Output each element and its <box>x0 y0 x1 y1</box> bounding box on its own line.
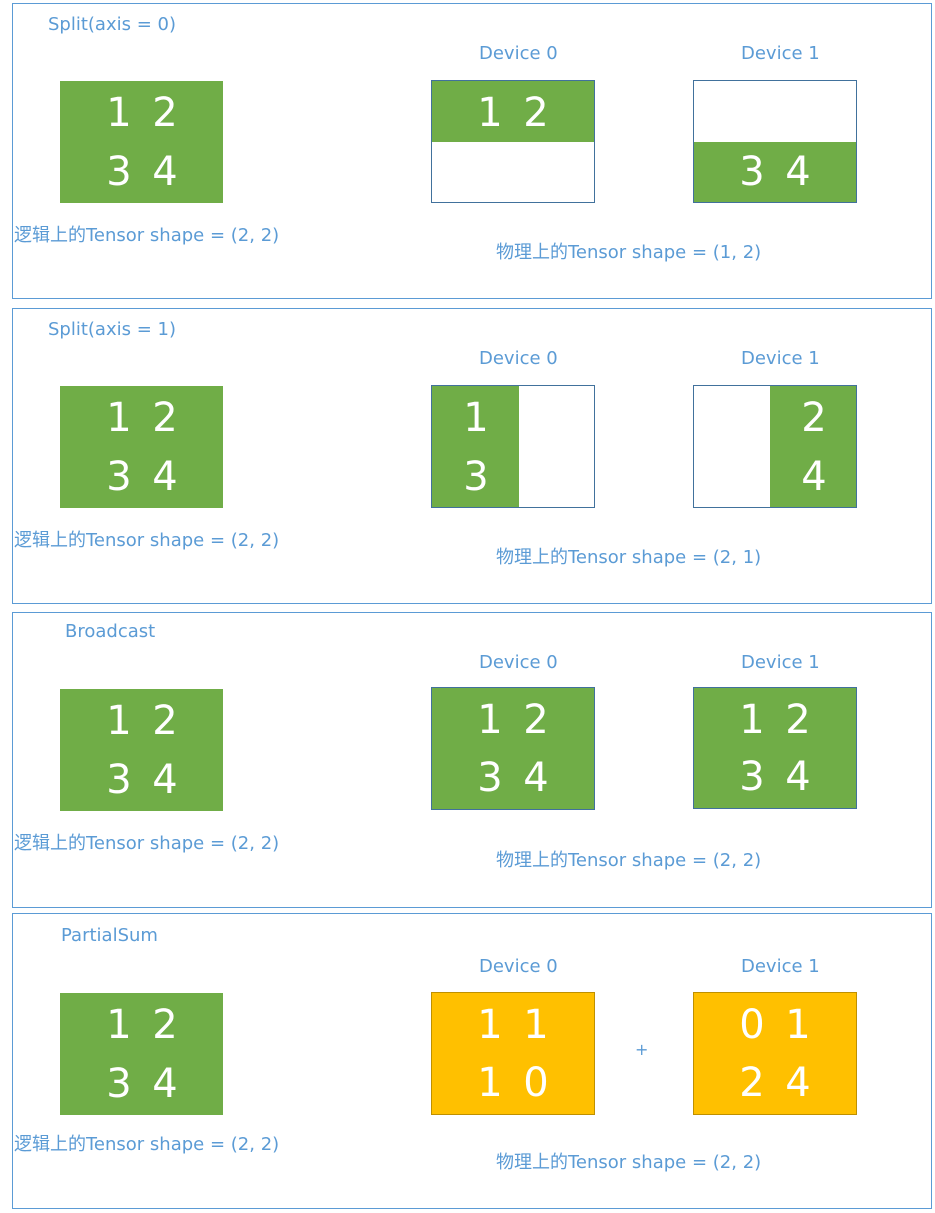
device0-tensor: 1 3 <box>431 385 595 508</box>
logical-tensor: 1 2 3 4 <box>60 993 223 1115</box>
device1-tensor: 1 2 3 4 <box>693 687 857 809</box>
cell-value: 2 <box>152 395 178 441</box>
panel-title: Split(axis = 0) <box>48 14 176 35</box>
shard-fill <box>432 81 594 142</box>
logical-shape-label: 逻辑上的Tensor shape = (2, 2) <box>14 833 280 854</box>
physical-shape-label: 物理上的Tensor shape = (1, 2) <box>496 242 762 263</box>
device1-tensor: 3 4 <box>693 80 857 203</box>
physical-shape-label: 物理上的Tensor shape = (2, 1) <box>496 547 762 568</box>
cell-value: 0 <box>523 1060 549 1106</box>
shard-fill <box>694 142 856 202</box>
cell-value: 1 <box>106 395 132 441</box>
cell-value: 1 <box>106 90 132 136</box>
device0-tensor: 1 1 1 0 <box>431 992 595 1115</box>
cell-value: 1 <box>106 1002 132 1048</box>
cell-value: 4 <box>785 149 811 195</box>
device0-label: Device 0 <box>479 43 558 64</box>
device0-label: Device 0 <box>479 652 558 673</box>
logical-tensor: 1 2 3 4 <box>60 386 223 508</box>
logical-shape-label: 逻辑上的Tensor shape = (2, 2) <box>14 1134 280 1155</box>
physical-shape-label: 物理上的Tensor shape = (2, 2) <box>496 850 762 871</box>
cell-value: 4 <box>523 755 549 801</box>
cell-value: 3 <box>739 149 765 195</box>
cell-value: 3 <box>106 454 132 500</box>
panel-title: Split(axis = 1) <box>48 319 176 340</box>
device0-label: Device 0 <box>479 956 558 977</box>
panel-title: PartialSum <box>61 925 158 946</box>
cell-value: 2 <box>152 698 178 744</box>
cell-value: 3 <box>106 757 132 803</box>
cell-value: 3 <box>463 454 489 500</box>
panel-broadcast: Broadcast Device 0 Device 1 1 2 3 4 1 2 … <box>12 612 932 908</box>
page: { "colors": { "green": "#70ad47", "orang… <box>0 0 935 1213</box>
cell-value: 3 <box>106 149 132 195</box>
panel-split-axis1: Split(axis = 1) Device 0 Device 1 1 2 3 … <box>12 308 932 604</box>
cell-value: 4 <box>152 149 178 195</box>
cell-value: 2 <box>785 697 811 743</box>
cell-value: 2 <box>523 697 549 743</box>
device1-label: Device 1 <box>741 348 820 369</box>
cell-value: 3 <box>106 1061 132 1107</box>
cell-value: 3 <box>739 754 765 800</box>
plus-operator: + <box>635 1040 649 1059</box>
cell-value: 1 <box>463 395 489 441</box>
device0-label: Device 0 <box>479 348 558 369</box>
logical-shape-label: 逻辑上的Tensor shape = (2, 2) <box>14 225 280 246</box>
device1-label: Device 1 <box>741 956 820 977</box>
cell-value: 4 <box>152 454 178 500</box>
cell-value: 2 <box>152 90 178 136</box>
logical-tensor: 1 2 3 4 <box>60 81 223 203</box>
device0-tensor: 1 2 <box>431 80 595 203</box>
cell-value: 1 <box>477 1060 503 1106</box>
cell-value: 1 <box>477 1002 503 1048</box>
cell-value: 3 <box>477 755 503 801</box>
physical-shape-label: 物理上的Tensor shape = (2, 2) <box>496 1152 762 1173</box>
cell-value: 1 <box>477 697 503 743</box>
panel-title: Broadcast <box>65 621 156 642</box>
device1-tensor: 2 4 <box>693 385 857 508</box>
device1-tensor: 0 1 2 4 <box>693 992 857 1115</box>
cell-value: 1 <box>523 1002 549 1048</box>
cell-value: 1 <box>785 1002 811 1048</box>
cell-value: 1 <box>106 698 132 744</box>
device1-label: Device 1 <box>741 43 820 64</box>
cell-value: 4 <box>801 454 827 500</box>
cell-value: 1 <box>739 697 765 743</box>
cell-value: 0 <box>739 1002 765 1048</box>
logical-shape-label: 逻辑上的Tensor shape = (2, 2) <box>14 530 280 551</box>
panel-split-axis0: Split(axis = 0) Device 0 Device 1 1 2 3 … <box>12 3 932 299</box>
device1-label: Device 1 <box>741 652 820 673</box>
panel-partialsum: PartialSum Device 0 Device 1 1 2 3 4 1 1… <box>12 913 932 1209</box>
device0-tensor: 1 2 3 4 <box>431 687 595 810</box>
cell-value: 4 <box>785 754 811 800</box>
cell-value: 4 <box>152 757 178 803</box>
cell-value: 2 <box>801 395 827 441</box>
cell-value: 2 <box>523 90 549 136</box>
cell-value: 4 <box>152 1061 178 1107</box>
cell-value: 4 <box>785 1060 811 1106</box>
cell-value: 2 <box>739 1060 765 1106</box>
logical-tensor: 1 2 3 4 <box>60 689 223 811</box>
cell-value: 1 <box>477 90 503 136</box>
cell-value: 2 <box>152 1002 178 1048</box>
